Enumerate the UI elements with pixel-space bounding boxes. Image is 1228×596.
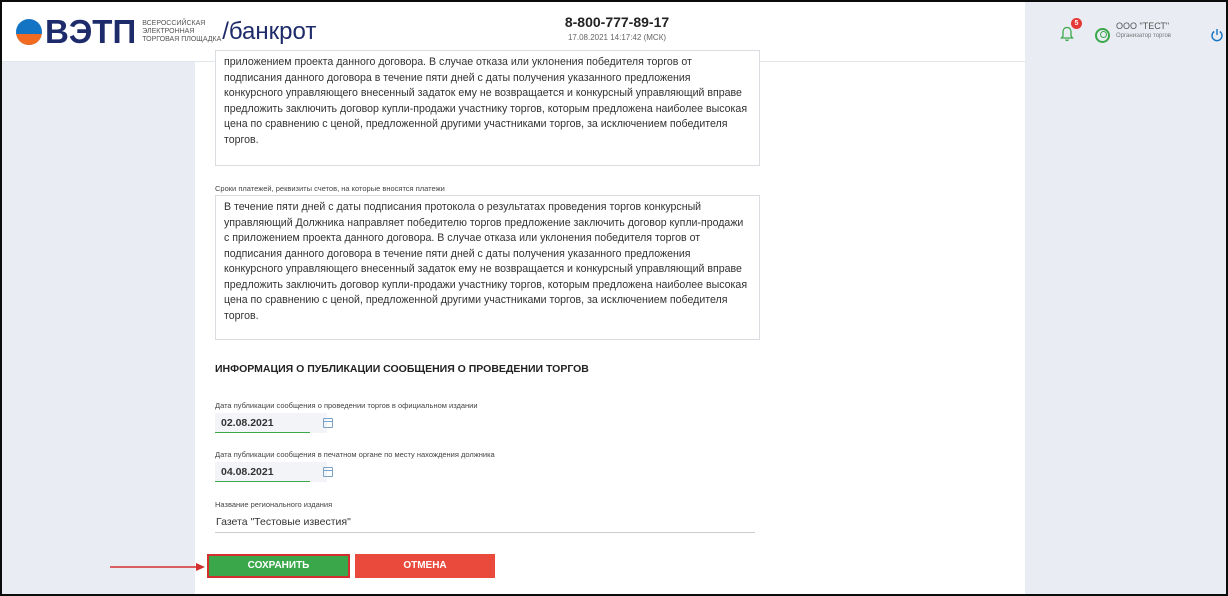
conditions-textarea[interactable]: приложением проекта данного договора. В … [215,50,760,166]
official-date-field[interactable]: 02.08.2021 [215,413,333,433]
user-name[interactable]: ООО "ТЕСТ" [1116,21,1169,31]
right-panel [1025,2,1226,594]
official-date-value[interactable]: 02.08.2021 [221,417,274,429]
regional-publication-label: Название регионального издания [215,500,333,509]
main-form: приложением проекта данного договора. В … [195,50,1025,594]
print-date-value[interactable]: 04.08.2021 [221,466,274,478]
publication-section-title: ИНФОРМАЦИЯ О ПУБЛИКАЦИИ СООБЩЕНИЯ О ПРОВ… [215,363,589,375]
phone-number[interactable]: 8-800-777-89-17 [532,14,702,30]
logo-subtitle-line: ЭЛЕКТРОННАЯ [142,28,195,35]
field-underline [215,481,310,482]
server-datetime: 17.08.2021 14:17:42 (МСК) [567,33,667,42]
bell-icon[interactable] [1060,26,1074,42]
logo-text: ВЭТП [45,13,137,50]
print-date-label: Дата публикации сообщения в печатном орг… [215,450,495,459]
regional-publication-field[interactable]: Газета "Тестовые известия" [215,513,755,533]
payment-terms-textarea[interactable]: В течение пяти дней с даты подписания пр… [215,195,760,340]
calendar-icon[interactable] [323,467,333,477]
official-date-label: Дата публикации сообщения о проведении т… [215,401,478,410]
user-role: Организатор торгов [1116,33,1171,39]
user-area: 5 ООО "ТЕСТ" Организатор торгов [1050,14,1226,54]
save-button[interactable]: СОХРАНИТЬ [207,554,350,578]
section-name: /банкрот [222,18,317,45]
pointer-arrow-icon [110,563,205,571]
regional-publication-value[interactable]: Газета "Тестовые известия" [216,516,351,528]
logout-icon[interactable] [1210,28,1224,42]
cancel-button[interactable]: ОТМЕНА [355,554,495,578]
logo-subtitle-line: ТОРГОВАЯ ПЛОЩАДКА [142,36,222,43]
logo-mark-icon [16,19,42,45]
notification-badge: 5 [1071,18,1082,29]
print-date-field[interactable]: 04.08.2021 [215,462,333,482]
user-avatar-icon[interactable] [1095,28,1110,43]
field-underline [215,432,310,433]
logo[interactable]: ВЭТП ВСЕРОССИЙСКАЯ ЭЛЕКТРОННАЯ ТОРГОВАЯ … [16,13,317,50]
payment-terms-label: Сроки платежей, реквизиты счетов, на кот… [215,184,445,193]
contact-block: 8-800-777-89-17 17.08.2021 14:17:42 (МСК… [532,14,702,42]
calendar-icon[interactable] [323,418,333,428]
logo-subtitle-line: ВСЕРОССИЙСКАЯ [142,20,206,27]
logo-subtitle: ВСЕРОССИЙСКАЯ ЭЛЕКТРОННАЯ ТОРГОВАЯ ПЛОЩА… [142,20,222,44]
